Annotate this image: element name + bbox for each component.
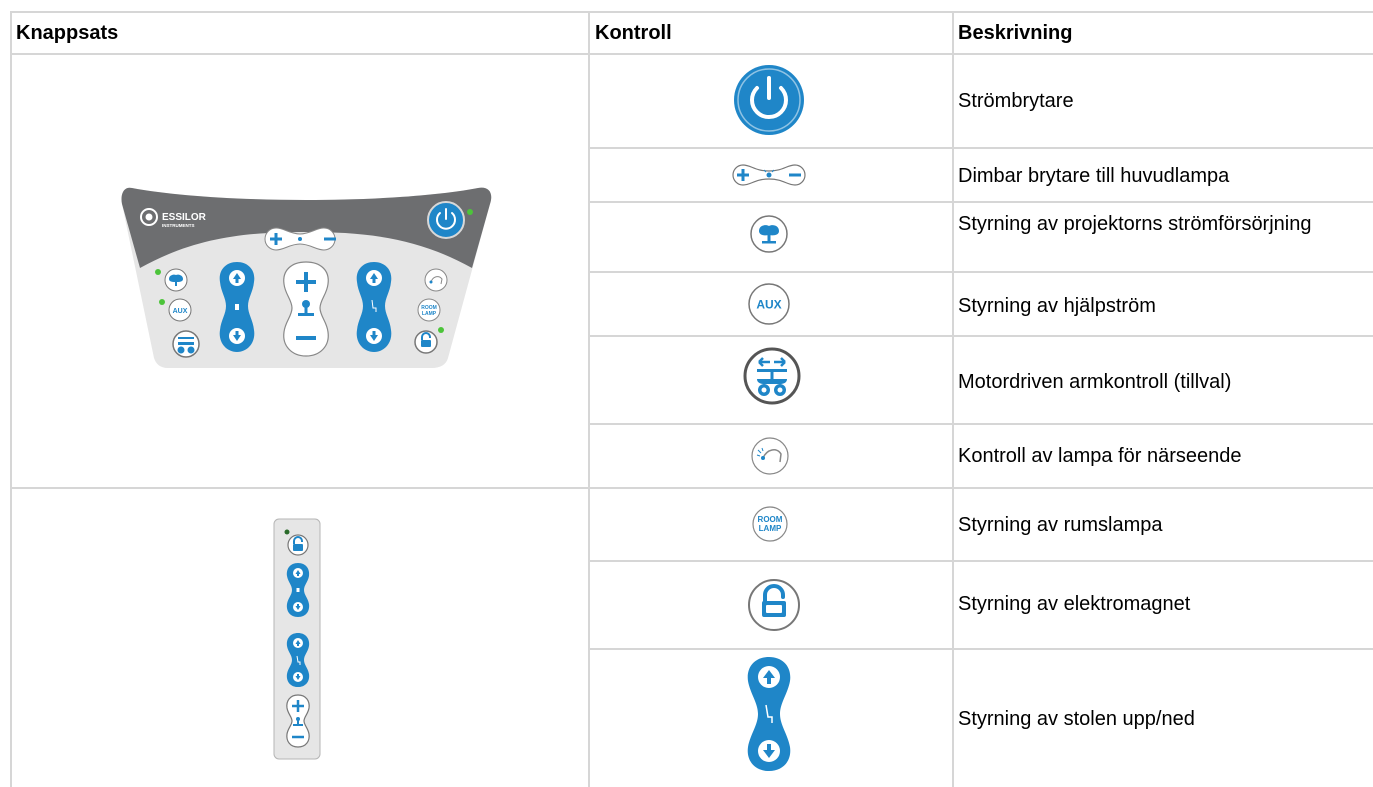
header-divider [10,53,1373,55]
aux-icon: AUX [747,282,791,326]
projector-icon [749,214,789,254]
column-divider-1 [588,11,590,787]
description-text: Styrning av rumslampa [958,514,1163,536]
panel-room-label-2: LAMP [422,311,437,317]
row-divider [590,147,1373,149]
motorized-arm-icon [743,347,801,405]
near-lamp-icon [750,436,790,476]
row-divider [590,271,1373,273]
electromagnet-icon [746,577,802,633]
panel-aux-label: AUX [173,308,188,315]
room-lamp-label-1: ROOM [758,515,783,524]
row-divider [590,201,1373,203]
description-text: Styrning av projektorns strömförsörjning [958,213,1312,235]
brand-sub: INSTRUMENTS [162,223,195,228]
power-icon [733,64,805,136]
room-lamp-icon: ROOM LAMP [751,505,789,543]
main-keypad-image: ESSILOR INSTRUMENTS AUX ROOM LAMP [118,182,494,370]
row-divider [590,423,1373,425]
header-keypad: Knappsats [16,22,119,44]
secondary-keypad-image [273,518,321,760]
room-lamp-label-2: LAMP [759,524,782,533]
description-text: Kontroll av lampa för närseende [958,445,1242,467]
row-divider [10,487,1373,489]
controls-table: Knappsats Kontroll Beskrivning Strömbryt… [0,0,1373,787]
row-divider [590,335,1373,337]
description-text: Motordriven armkontroll (tillval) [958,371,1232,393]
header-description: Beskrivning [958,22,1073,44]
description-text: Strömbrytare [958,90,1074,112]
row-divider [590,560,1373,562]
table-border-top [10,11,1373,13]
column-divider-2 [952,11,954,787]
description-text: Dimbar brytare till huvudlampa [958,165,1230,187]
aux-icon-label: AUX [756,298,781,312]
description-text: Styrning av stolen upp/ned [958,708,1195,730]
dimmer-icon [731,163,807,187]
chair-updown-icon [742,655,796,773]
description-text: Styrning av elektromagnet [958,593,1191,615]
table-border-left [10,11,12,787]
row-divider [590,648,1373,650]
brand-name: ESSILOR [162,212,207,223]
description-text: Styrning av hjälpström [958,295,1156,317]
header-control: Kontroll [595,22,672,44]
